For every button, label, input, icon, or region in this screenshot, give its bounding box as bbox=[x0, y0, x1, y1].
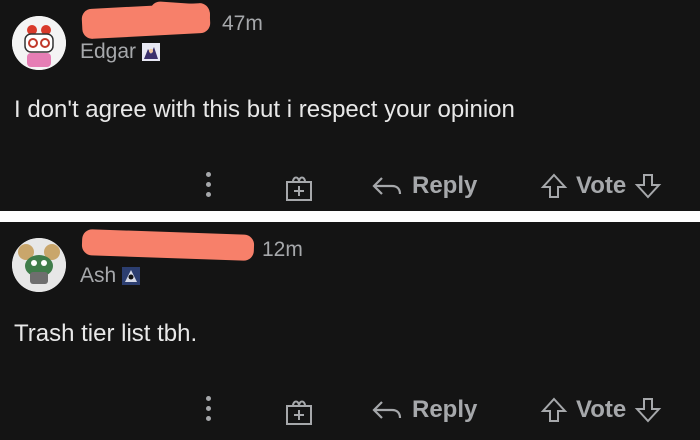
award-button[interactable] bbox=[284, 172, 314, 202]
flair-label: Edgar bbox=[80, 40, 137, 63]
gift-award-icon bbox=[286, 176, 312, 201]
comment-actions: Reply Vote bbox=[0, 168, 700, 208]
award-button[interactable] bbox=[284, 396, 314, 426]
reply-label: Reply bbox=[412, 396, 478, 423]
avatar[interactable] bbox=[12, 238, 66, 292]
comment-actions: Reply Vote bbox=[0, 392, 700, 432]
upvote-arrow-icon[interactable] bbox=[540, 172, 568, 200]
reply-button[interactable]: Reply bbox=[370, 396, 477, 424]
downvote-arrow-icon[interactable] bbox=[634, 396, 662, 424]
user-flair: Edgar bbox=[80, 40, 161, 64]
reply-label: Reply bbox=[412, 172, 478, 199]
comment-timestamp: 12m bbox=[262, 238, 303, 261]
vote-label: Vote bbox=[576, 396, 627, 423]
comment-timestamp: 47m bbox=[222, 12, 263, 35]
reply-arrow-icon bbox=[372, 177, 402, 195]
reply-button[interactable]: Reply bbox=[370, 172, 477, 200]
comment-card: 12m Ash Trash tier list tbh. Reply Vote bbox=[0, 222, 700, 440]
redacted-username bbox=[81, 229, 255, 261]
flair-label: Ash bbox=[80, 264, 117, 287]
vote-control: Vote bbox=[540, 172, 662, 200]
vote-control: Vote bbox=[540, 396, 662, 424]
reply-arrow-icon bbox=[372, 401, 402, 419]
more-options-icon[interactable] bbox=[201, 396, 215, 426]
comment-body: Trash tier list tbh. bbox=[14, 320, 198, 347]
gift-award-icon bbox=[286, 400, 312, 425]
flair-character-icon bbox=[142, 43, 161, 61]
user-flair: Ash bbox=[80, 264, 141, 288]
downvote-arrow-icon[interactable] bbox=[634, 172, 662, 200]
redacted-username bbox=[149, 0, 211, 28]
more-options-icon[interactable] bbox=[201, 172, 215, 202]
comment-body: I don't agree with this but i respect yo… bbox=[14, 96, 515, 123]
vote-label: Vote bbox=[576, 172, 627, 199]
avatar[interactable] bbox=[12, 16, 66, 70]
flair-character-icon bbox=[122, 267, 141, 285]
comment-card: 47m Edgar I don't agree with this but i … bbox=[0, 0, 700, 211]
upvote-arrow-icon[interactable] bbox=[540, 396, 568, 424]
